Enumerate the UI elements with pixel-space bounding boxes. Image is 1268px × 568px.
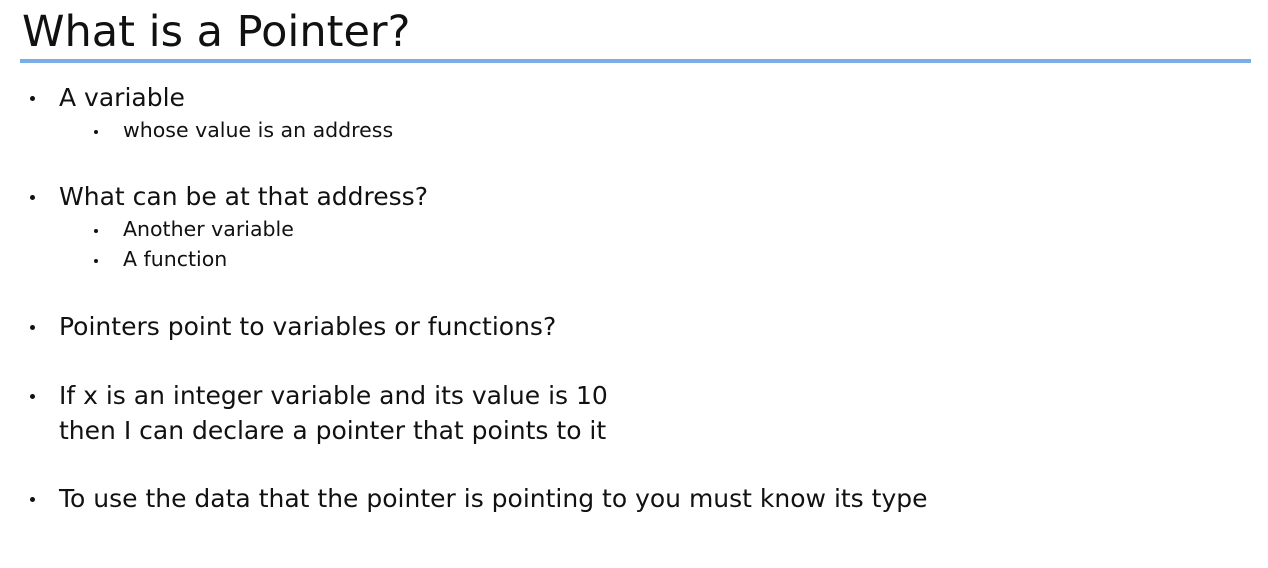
sub-bullet-dot (94, 259, 98, 263)
bullet-dot (30, 325, 35, 330)
sub-bullet-dot (94, 130, 98, 134)
bullet-item: To use the data that the pointer is poin… (59, 484, 928, 513)
bullet-dot (30, 497, 35, 502)
sub-bullet-item: whose value is an address (123, 118, 394, 142)
title-underline (20, 59, 1251, 63)
sub-bullet-dot (94, 229, 98, 233)
sub-bullet-item: Another variable (123, 217, 294, 241)
bullet-item-continuation: then I can declare a pointer that points… (59, 416, 607, 445)
slide-title: What is a Pointer? (22, 7, 411, 57)
bullet-item: Pointers point to variables or functions… (59, 312, 557, 341)
bullet-item: What can be at that address? (59, 182, 428, 211)
bullet-item: A variable (59, 83, 185, 112)
sub-bullet-item: A function (123, 247, 228, 271)
bullet-dot (30, 96, 35, 101)
bullet-dot (30, 394, 35, 399)
bullet-item: If x is an integer variable and its valu… (59, 381, 608, 410)
bullet-dot (30, 195, 35, 200)
slide: What is a Pointer? A variable whose valu… (0, 0, 1268, 568)
